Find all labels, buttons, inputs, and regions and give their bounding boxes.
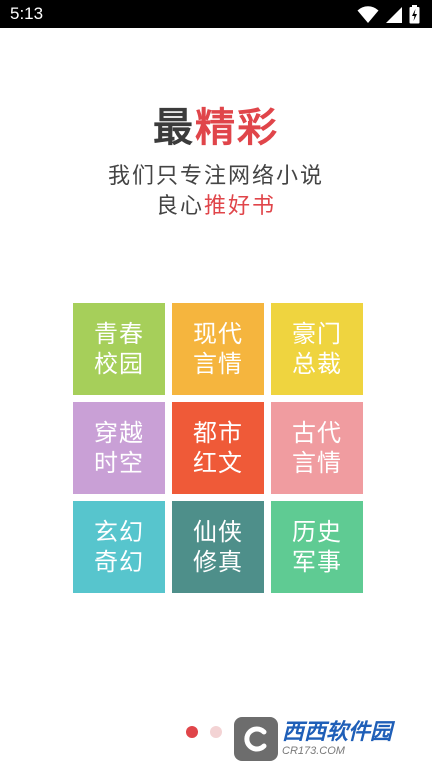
battery-icon — [409, 5, 420, 24]
signal-icon — [385, 6, 403, 24]
category-grid: 青春 校园 现代 言情 豪门 总裁 穿越 时空 都市 红文 古代 言情 玄幻 奇… — [73, 303, 363, 593]
tile-label-line2: 时空 — [94, 449, 144, 477]
watermark-sub-text: CR173.COM — [282, 745, 345, 757]
category-tile-xianxia-xiuzhen[interactable]: 仙侠 修真 — [172, 501, 264, 593]
hero-section: 最精彩 我们只专注网络小说 良心推好书 — [0, 100, 432, 222]
category-tile-chuanyue-shikong[interactable]: 穿越 时空 — [73, 402, 165, 494]
category-tile-qingchun-xiaoyuan[interactable]: 青春 校园 — [73, 303, 165, 395]
tile-label-line1: 仙侠 — [193, 518, 243, 546]
hero-subtitle-plain: 良心 — [155, 194, 204, 219]
tile-label-line1: 古代 — [292, 419, 342, 447]
tile-label-line2: 奇幻 — [94, 548, 144, 576]
status-time: 5:13 — [10, 4, 44, 23]
category-tile-gudai-yanqing[interactable]: 古代 言情 — [271, 402, 363, 494]
hero-title: 最精彩 — [0, 100, 432, 156]
wifi-icon — [357, 5, 379, 24]
tile-label-line1: 豪门 — [292, 320, 342, 348]
page-dot-active[interactable] — [186, 726, 198, 738]
hero-subtitle-line2: 良心推好书 — [0, 192, 432, 222]
tile-label-line2: 言情 — [292, 449, 342, 477]
category-tile-dushi-hongwen[interactable]: 都市 红文 — [172, 402, 264, 494]
tile-label-line1: 都市 — [193, 419, 243, 447]
tile-label-line2: 红文 — [193, 449, 243, 477]
tile-label-line1: 历史 — [292, 518, 342, 546]
category-tile-haomen-zongcai[interactable]: 豪门 总裁 — [271, 303, 363, 395]
page-indicator — [186, 726, 222, 738]
hero-title-dark: 最 — [153, 105, 195, 151]
tile-label-line1: 现代 — [193, 320, 243, 348]
tile-label-line2: 军事 — [292, 548, 342, 576]
tile-label-line1: 青春 — [94, 320, 144, 348]
tile-label-line1: 穿越 — [94, 419, 144, 447]
category-tile-xuanhuan-qihuan[interactable]: 玄幻 奇幻 — [73, 501, 165, 593]
hero-subtitle-red: 推好书 — [204, 194, 277, 219]
tile-label-line2: 言情 — [193, 350, 243, 378]
tile-label-line2: 总裁 — [292, 350, 342, 378]
page-dot-inactive[interactable] — [210, 726, 222, 738]
hero-title-red: 精彩 — [195, 105, 279, 151]
hero-subtitle-line1: 我们只专注网络小说 — [107, 164, 324, 189]
watermark-text: 西西软件园 CR173.COM — [282, 720, 393, 758]
tile-label-line2: 修真 — [193, 548, 243, 576]
status-icons — [357, 5, 420, 24]
category-tile-lishi-junshi[interactable]: 历史 军事 — [271, 501, 363, 593]
watermark-main-text: 西西软件园 — [282, 720, 393, 745]
category-tile-xiandai-yanqing[interactable]: 现代 言情 — [172, 303, 264, 395]
watermark-badge-icon — [234, 717, 278, 761]
status-bar: 5:13 — [0, 0, 432, 28]
watermark-logo: 西西软件园 CR173.COM — [234, 716, 414, 762]
tile-label-line2: 校园 — [94, 350, 144, 378]
tile-label-line1: 玄幻 — [94, 518, 144, 546]
